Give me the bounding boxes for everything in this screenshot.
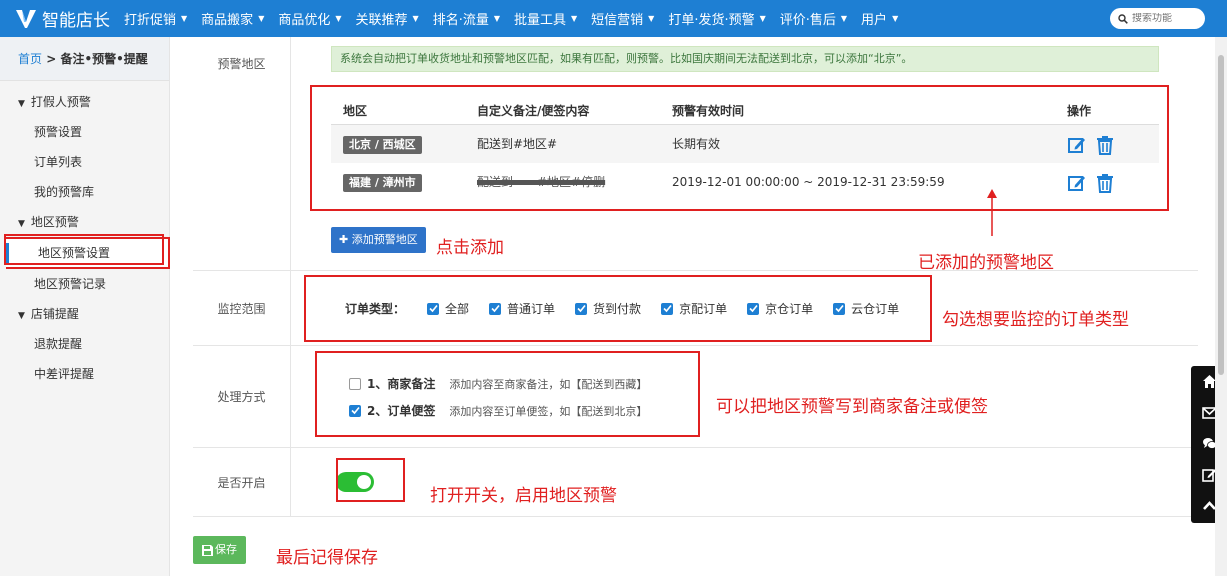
menu-sms-marketing[interactable]: 短信营销 ▼ — [591, 9, 654, 28]
menu-label: 商品搬家 — [201, 13, 254, 28]
annotation-click-add: 点击添加 — [436, 238, 504, 258]
caret-down-icon: ▼ — [648, 14, 655, 23]
search-box — [1110, 8, 1205, 29]
sidebar-item-refund-reminder[interactable]: 退款提醒 — [0, 329, 169, 359]
sidebar: 首页 > 备注•预警•提醒 ▼ 打假人预警 预警设置 订单列表 我的预警库 ▼ 地区… — [0, 37, 170, 576]
breadcrumb-current: 备注•预警•提醒 — [60, 52, 148, 66]
sidebar-group-shop-reminder[interactable]: ▼ 店铺提醒 — [0, 299, 169, 329]
annotation-remember-save: 最后记得保存 — [276, 548, 378, 568]
sidebar-group-label: 店铺提醒 — [30, 307, 79, 321]
save-label: 保存 — [215, 543, 237, 556]
menu-product-optimize[interactable]: 商品优化 ▼ — [278, 9, 341, 28]
caret-down-icon: ▼ — [759, 14, 766, 23]
menu-label: 商品优化 — [278, 13, 331, 28]
menu-product-move[interactable]: 商品搬家 ▼ — [201, 9, 264, 28]
annotation-box-order-types — [304, 275, 932, 342]
caret-down-icon: ▼ — [840, 14, 848, 23]
scrollbar-thumb[interactable] — [1218, 55, 1224, 375]
top-nav-bar: 智能店长 打折促销 ▼ 商品搬家 ▼ 商品优化 ▼ 关联推荐 ▼ 排名·流量 ▼ 批量工具… — [0, 0, 1227, 37]
annotation-box-toggle — [336, 458, 405, 502]
sidebar-item-order-list[interactable]: 订单列表 — [0, 147, 169, 177]
caret-down-icon: ▼ — [258, 14, 265, 23]
menu-discount[interactable]: 打折促销 ▼ — [124, 9, 187, 28]
breadcrumb: 首页 > 备注•预警•提醒 — [0, 37, 169, 81]
caret-down-icon: ▼ — [493, 14, 500, 23]
menu-label: 打折促销 — [124, 13, 177, 28]
menu-review-aftersale[interactable]: 评价·售后 ▼ — [780, 9, 847, 28]
annotation-arrow-up-icon — [987, 189, 997, 236]
sidebar-group-label: 地区预警 — [30, 215, 79, 229]
sidebar-item-my-alert-library[interactable]: 我的预警库 — [0, 177, 169, 207]
breadcrumb-separator: > — [42, 52, 61, 66]
menu-label: 评价·售后 — [779, 13, 836, 28]
add-region-button[interactable]: ✚ 添加预警地区 — [331, 227, 426, 253]
plus-icon: ✚ — [339, 233, 352, 246]
menu-related-recommend[interactable]: 关联推荐 ▼ — [356, 9, 419, 28]
caret-down-icon: ▼ — [181, 14, 188, 23]
triangle-down-icon: ▼ — [18, 99, 25, 109]
region-label: 预警地区 — [193, 37, 291, 270]
caret-down-icon: ▼ — [412, 14, 419, 23]
sidebar-item-bad-review-reminder[interactable]: 中差评提醒 — [0, 359, 169, 389]
caret-down-icon: ▼ — [571, 14, 578, 23]
menu-ranking-traffic[interactable]: 排名·流量 ▼ — [433, 9, 500, 28]
region-tip: 系统会自动把订单收货地址和预警地区匹配，如果有匹配，则预警。比如国庆期间无法配送… — [331, 46, 1159, 72]
menu-label: 批量工具 — [513, 13, 566, 28]
menu-user[interactable]: 用户 ▼ — [861, 9, 898, 28]
add-region-label: 添加预警地区 — [351, 233, 418, 246]
menu-label: 用户 — [861, 13, 888, 28]
annotation-turn-on: 打开开关，启用地区预警 — [430, 486, 617, 506]
triangle-down-icon: ▼ — [18, 219, 25, 229]
logo-icon — [16, 9, 36, 28]
menu-label: 打单·发货·预警 — [668, 13, 755, 28]
sidebar-item-alert-settings[interactable]: 预警设置 — [0, 117, 169, 147]
sidebar-item-region-alert-records[interactable]: 地区预警记录 — [0, 269, 169, 299]
menu-batch-tools[interactable]: 批量工具 ▼ — [514, 9, 577, 28]
floppy-icon — [202, 544, 213, 556]
annotation-write-note: 可以把地区预警写到商家备注或便签 — [716, 397, 988, 417]
search-icon — [1118, 13, 1128, 24]
sidebar-group-region-alert[interactable]: ▼ 地区预警 — [0, 207, 169, 237]
sidebar-group-label: 打假人预警 — [30, 95, 91, 109]
annotation-box-handling — [315, 351, 700, 437]
menu-label: 短信营销 — [591, 13, 644, 28]
annotation-box-region-table — [310, 85, 1169, 211]
monitor-label: 监控范围 — [193, 271, 291, 345]
sidebar-group-fraud-alert[interactable]: ▼ 打假人预警 — [0, 87, 169, 117]
main-menu: 打折促销 ▼ 商品搬家 ▼ 商品优化 ▼ 关联推荐 ▼ 排名·流量 ▼ 批量工具 ▼ 短信营… — [124, 9, 912, 28]
menu-label: 排名·流量 — [432, 13, 489, 28]
caret-down-icon: ▼ — [335, 14, 342, 23]
enable-label: 是否开启 — [193, 448, 291, 516]
annotation-box-sidebar — [4, 234, 164, 265]
scrollbar[interactable] — [1215, 37, 1227, 576]
save-button[interactable]: 保存 — [193, 536, 246, 564]
menu-print-ship-alert[interactable]: 打单·发货·预警 ▼ — [668, 9, 765, 28]
handling-label: 处理方式 — [193, 346, 291, 447]
logo[interactable]: 智能店长 — [0, 6, 124, 31]
search-input[interactable] — [1132, 13, 1200, 24]
app-name: 智能店长 — [42, 11, 110, 31]
caret-down-icon: ▼ — [892, 14, 899, 23]
triangle-down-icon: ▼ — [18, 311, 25, 321]
annotation-added-regions: 已添加的预警地区 — [918, 253, 1054, 273]
menu-label: 关联推荐 — [355, 13, 408, 28]
breadcrumb-home-link[interactable]: 首页 — [18, 52, 42, 66]
annotation-select-types: 勾选想要监控的订单类型 — [942, 310, 1129, 330]
